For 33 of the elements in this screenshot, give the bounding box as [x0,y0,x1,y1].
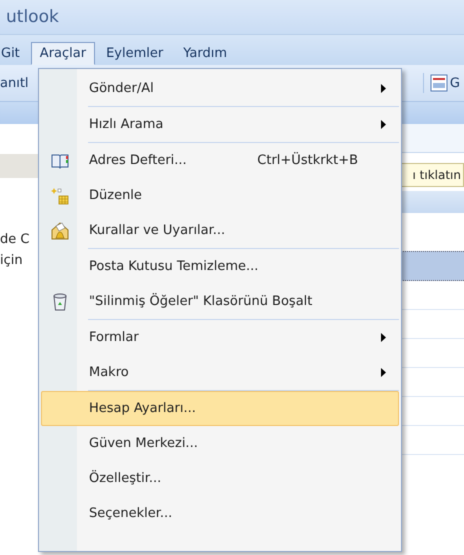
folder-item[interactable]: de C [0,232,40,247]
toolbar-button[interactable]: G [450,76,460,90]
book-icon [51,152,69,168]
menu-item[interactable]: Kurallar ve Uyarılar... [41,213,399,248]
menu-item[interactable]: Hızlı Arama [41,107,399,142]
info-text: ı tıklatın [412,168,461,182]
folder-item[interactable]: için [0,253,40,268]
menu-item[interactable]: "Silinmiş Öğeler" Klasörünü Boşalt [41,284,399,319]
menu-item[interactable]: Adres Defteri... Ctrl+Üstkrkt+B [41,143,399,178]
menu-item[interactable]: Hesap Ayarları... [41,391,399,426]
submenu-arrow-icon [380,84,386,93]
menu-item[interactable]: Güven Merkezi... [41,426,399,461]
submenu-arrow-icon [380,120,386,129]
menu-item[interactable]: Gönder/Al [41,71,399,106]
recycle-bin-icon [52,292,68,310]
menu-item[interactable]: Posta Kutusu Temizleme... [41,249,399,284]
menu-item[interactable]: Özelleştir... [41,461,399,496]
menu-bar-item[interactable]: Yardım [174,42,236,64]
menu-bar-item[interactable]: Araçlar [30,42,96,64]
submenu-arrow-icon [380,368,386,377]
window-title: utlook [6,7,59,27]
menu-item[interactable]: Seçenekler... [41,496,399,531]
envelope-bell-icon [50,220,70,240]
toolbar-button[interactable]: anıtl [0,76,29,90]
menu-bar-item[interactable]: Git [0,42,29,64]
menu-item[interactable]: Düzenle [41,178,399,213]
submenu-arrow-icon [380,333,386,342]
menu-item[interactable]: Formlar [41,320,399,355]
menu-bar-item[interactable]: Eylemler [97,42,172,64]
grid-icon [51,186,69,204]
form-icon[interactable] [430,74,448,92]
menu-item[interactable]: Makro [41,355,399,390]
pane-header [0,154,40,178]
